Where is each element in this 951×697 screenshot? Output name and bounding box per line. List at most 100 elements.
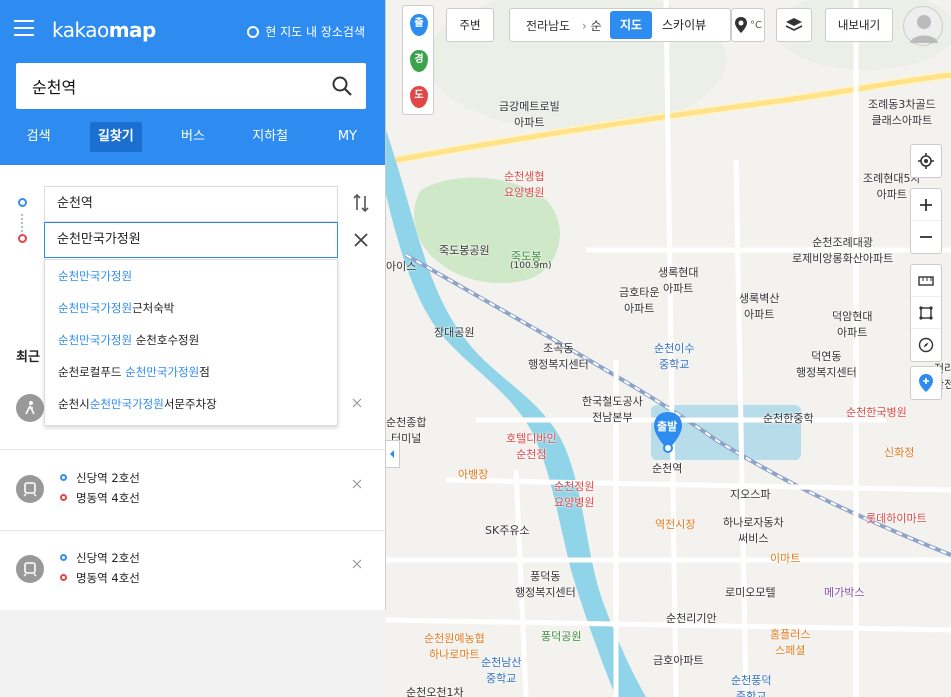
origin-input[interactable]: 순천역: [44, 186, 338, 222]
search-input[interactable]: [16, 63, 316, 109]
map-label-emart[interactable]: 이마트: [770, 550, 800, 566]
map-label-yeokjeon-market[interactable]: 역전시장: [655, 516, 695, 532]
map-label-suncheon-station[interactable]: 순천역: [652, 460, 682, 476]
sidebar-panel: kakaomap 현 지도 내 장소검색 검색 길찾기 버스 지하철 MY 순천…: [0, 0, 386, 697]
pin-icon: [735, 17, 747, 33]
map-label-jeongwon-hospital[interactable]: 순천정원 요양병원: [554, 478, 594, 510]
export-button[interactable]: 내보내기: [825, 8, 893, 42]
add-location-button[interactable]: [910, 366, 942, 400]
avatar[interactable]: [903, 6, 943, 46]
nearby-button[interactable]: 주변: [446, 8, 494, 42]
map-label-abaengjang[interactable]: 아뱅장: [458, 466, 488, 482]
origin-dot-icon: [18, 198, 27, 207]
remove-history-icon[interactable]: [352, 479, 362, 489]
start-marker-icon[interactable]: 출: [410, 14, 428, 36]
map-label-geumho-town[interactable]: 금호타운 아파트: [619, 284, 659, 316]
map-canvas[interactable]: 금강메트로빌 아파트 순천생협 요양병원 죽도봉공원 죽도봉 (100.9m) 생록…: [386, 0, 951, 697]
ruler-icon[interactable]: [911, 265, 941, 297]
zoom-in-button[interactable]: [911, 189, 941, 221]
map-label-pungdeok-office[interactable]: 풍덕동 행정복지센터: [515, 568, 576, 600]
map-label-namsan-school[interactable]: 순천남산 중학교: [481, 654, 521, 686]
destination-input[interactable]: 순천만국가정원: [44, 222, 338, 258]
map-label-suncheon-hanjung[interactable]: 순천한중학: [763, 410, 814, 426]
map-label-homeplus[interactable]: 홈플러스 스페셜: [770, 626, 810, 658]
map-label-suncheon-rigian[interactable]: 순천리기안: [666, 610, 717, 626]
map-label-pungdeok-park[interactable]: 풍덕공원: [541, 628, 581, 644]
history-to: 명동역 4호선: [60, 490, 140, 506]
end-marker-icon[interactable]: 도: [410, 86, 428, 108]
history-to: 명동역 4호선: [60, 570, 140, 586]
compass-icon[interactable]: [911, 329, 941, 361]
add-pin-icon[interactable]: [911, 367, 941, 399]
tab-bus[interactable]: 버스: [154, 120, 231, 156]
map-label-saengmok-byeoksan[interactable]: 생록벽산 아파트: [739, 290, 779, 322]
swap-icon[interactable]: [352, 193, 370, 213]
map-label-geumgang[interactable]: 금강메트로빌 아파트: [499, 98, 560, 130]
autocomplete-item[interactable]: 순천만국가정원: [45, 260, 337, 292]
nearby-search-toggle[interactable]: 현 지도 내 장소검색: [247, 23, 365, 40]
map-label-ocheon[interactable]: 순천오천1차: [406, 684, 464, 697]
tab-subway[interactable]: 지하철: [232, 120, 309, 156]
route-marker-stack: 출 경 도: [402, 5, 434, 115]
map-label-suncheon-isu-school[interactable]: 순천이수 중학교: [654, 340, 694, 372]
tab-my[interactable]: MY: [309, 120, 386, 156]
map-label-hotel-divine[interactable]: 호텔디바인 순천점: [506, 430, 557, 462]
map-label-deogyeon-office[interactable]: 덕연동 행정복지센터: [796, 348, 857, 380]
map-label-nonghyup-mart[interactable]: 순천원예농협 하나로마트: [424, 630, 485, 662]
map-label-jangdae-park[interactable]: 장대공원: [434, 324, 474, 340]
waypoint-marker-icon[interactable]: 경: [410, 50, 428, 72]
map-label-hanguk-hospital[interactable]: 순천한국병원: [846, 404, 907, 420]
map-label-lotte-himart[interactable]: 롯데하이마트: [866, 510, 927, 526]
autocomplete-item[interactable]: 순천만국가정원근처숙박: [45, 292, 337, 324]
map-label-pungdeok-middle-school[interactable]: 순천풍덕 중학교: [731, 672, 771, 697]
map-label-hanaro-car[interactable]: 하나로자동차 써비스: [723, 514, 784, 546]
zoom-out-button[interactable]: [911, 221, 941, 253]
layers-button[interactable]: [776, 8, 812, 42]
map-label-jukdobong-park[interactable]: 죽도봉공원: [439, 242, 490, 258]
map-label-suncheon-saengtae-hospital[interactable]: 순천생협 요양병원: [504, 168, 544, 200]
map-label-megabox[interactable]: 메가박스: [824, 584, 864, 600]
autocomplete-item[interactable]: 순천만국가정원 순천호수정원: [45, 324, 337, 356]
history-item[interactable]: 신당역 2호선 명동역 4호선: [0, 451, 386, 531]
autocomplete-item[interactable]: 순천시순천만국가정원서문주차장: [45, 388, 337, 420]
map-label-ice[interactable]: 아이스: [386, 258, 416, 274]
map-label-deogam-hyundai[interactable]: 덕암현대 아파트: [832, 308, 872, 340]
history-item[interactable]: 신당역 2호선 명동역 4호선: [0, 531, 386, 611]
kakaomap-logo[interactable]: kakaomap: [52, 18, 156, 42]
map-label-jorye-daegwang[interactable]: 순천조례대광 로제비앙롱화산아파트: [792, 234, 893, 266]
route-connector: [21, 214, 23, 236]
history-from: 신당역 2호선: [60, 470, 140, 486]
map-mode-button[interactable]: 지도: [610, 11, 653, 39]
temperature-label: °C: [750, 19, 762, 31]
area-icon[interactable]: [911, 297, 941, 329]
location-button[interactable]: [910, 144, 942, 178]
map-label-jiospa[interactable]: 지오스파: [730, 486, 770, 502]
clear-destination-icon[interactable]: [352, 231, 370, 249]
skyview-mode-button[interactable]: 스카이뷰: [652, 11, 716, 39]
menu-icon[interactable]: [14, 20, 34, 36]
map-label-railroad-hq[interactable]: 한국철도공사 전남본부: [582, 393, 643, 425]
tab-directions[interactable]: 길찾기: [77, 120, 154, 156]
recent-title: 최근: [16, 350, 40, 365]
radio-icon: [247, 25, 260, 38]
map-label-romio-motel[interactable]: 로미오모텔: [725, 584, 776, 600]
autocomplete-item[interactable]: 순천로컬푸드 순천만국가정원점: [45, 356, 337, 388]
my-location-icon[interactable]: [911, 145, 941, 177]
tab-search[interactable]: 검색: [0, 120, 77, 156]
search-icon[interactable]: [332, 76, 352, 96]
remove-history-icon[interactable]: [352, 398, 362, 408]
map-label-sk-gas[interactable]: SK주유소: [485, 522, 530, 538]
panel-empty-area: [0, 610, 386, 697]
map-label-jorye3[interactable]: 조례동3차골드 클래스아파트: [868, 96, 936, 128]
weather-button[interactable]: °C: [731, 8, 765, 42]
remove-history-icon[interactable]: [352, 559, 362, 569]
map-topbar: 전라남도 › 순 지도 스카이뷰: [509, 8, 731, 42]
collapse-panel-button[interactable]: [386, 440, 400, 468]
map-label-jogok-office[interactable]: 조곡동 행정복지센터: [528, 340, 589, 372]
map-label-sinhwa[interactable]: 신화정: [884, 444, 914, 460]
map-label-saengnok-hyundai[interactable]: 생록현대 아파트: [658, 264, 698, 296]
map-tools: [910, 264, 942, 362]
region-breadcrumb[interactable]: 전라남도 › 순: [526, 17, 602, 34]
map-label-geumho-apt[interactable]: 금호아파트: [653, 652, 704, 668]
main-tabs: 검색 길찾기 버스 지하철 MY: [0, 120, 386, 156]
